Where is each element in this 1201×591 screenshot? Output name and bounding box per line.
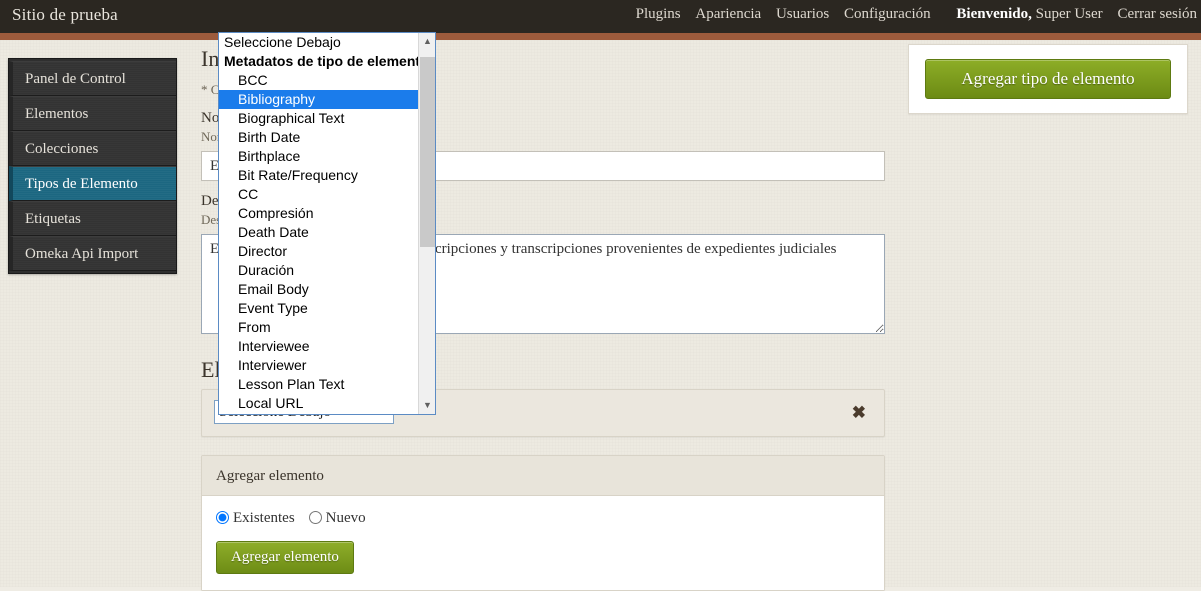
dropdown-option[interactable]: Interviewer — [219, 356, 419, 375]
dropdown-option[interactable]: From — [219, 318, 419, 337]
welcome-text: Bienvenido, Super User — [956, 6, 1102, 22]
dropdown-option[interactable]: BCC — [219, 71, 419, 90]
dropdown-option[interactable]: Duración — [219, 261, 419, 280]
right-panel: Agregar tipo de elemento — [908, 44, 1188, 114]
dropdown-option[interactable]: Lesson Plan Text — [219, 375, 419, 394]
dropdown-option[interactable]: Email Body — [219, 280, 419, 299]
dropdown-option[interactable]: Biographical Text — [219, 109, 419, 128]
accent-band — [0, 33, 1201, 40]
nav-apariencia[interactable]: Apariencia — [695, 6, 761, 23]
dropdown-option[interactable]: Metadatos de tipo de elemento — [219, 52, 419, 71]
sidebar-item-tipos-de-elemento[interactable]: Tipos de Elemento — [9, 166, 176, 201]
site-title: Sitio de prueba — [12, 5, 118, 25]
add-element-panel: Agregar elemento Existentes Nuevo Agregar… — [201, 455, 885, 591]
dropdown-option[interactable]: CC — [219, 185, 419, 204]
user-name: Super User — [1036, 6, 1103, 22]
dropdown-option[interactable]: Local URL — [219, 394, 419, 413]
dropdown-option[interactable]: Event Type — [219, 299, 419, 318]
dropdown-option[interactable]: Death Date — [219, 223, 419, 242]
nav-configuracion[interactable]: Configuración — [844, 6, 931, 23]
element-select-dropdown-list[interactable]: Seleccione DebajoMetadatos de tipo de el… — [218, 32, 436, 415]
top-nav: Plugins Apariencia Usuarios Configuració… — [625, 6, 1197, 23]
sidebar: Panel de Control Elementos Colecciones T… — [8, 58, 177, 274]
nav-plugins[interactable]: Plugins — [636, 6, 681, 23]
add-item-type-button[interactable]: Agregar tipo de elemento — [925, 59, 1171, 99]
dropdown-scrollbar[interactable]: ▲ ▼ — [418, 33, 435, 414]
dropdown-options: Seleccione DebajoMetadatos de tipo de el… — [219, 33, 419, 414]
scroll-down-arrow-icon[interactable]: ▼ — [419, 397, 436, 414]
radio-nuevo[interactable] — [309, 511, 322, 524]
scrollbar-thumb[interactable] — [420, 57, 435, 247]
dropdown-option[interactable]: Bibliography — [219, 90, 419, 109]
dropdown-option[interactable]: Director — [219, 242, 419, 261]
add-element-panel-body: Existentes Nuevo Agregar elemento — [202, 496, 884, 590]
dropdown-option[interactable]: Birthplace — [219, 147, 419, 166]
element-source-radio-group: Existentes Nuevo — [216, 510, 884, 527]
radio-existentes[interactable] — [216, 511, 229, 524]
sidebar-item-elementos[interactable]: Elementos — [9, 96, 176, 131]
logout-link[interactable]: Cerrar sesión — [1117, 6, 1197, 23]
radio-nuevo-label[interactable]: Nuevo — [326, 510, 366, 526]
add-element-button[interactable]: Agregar elemento — [216, 541, 354, 574]
scroll-up-arrow-icon[interactable]: ▲ — [419, 33, 436, 50]
sidebar-item-omeka-api-import[interactable]: Omeka Api Import — [9, 236, 176, 271]
dropdown-option[interactable]: Seleccione Debajo — [219, 33, 419, 52]
remove-element-button[interactable]: ✖ — [852, 403, 866, 423]
sidebar-item-etiquetas[interactable]: Etiquetas — [9, 201, 176, 236]
add-element-panel-header: Agregar elemento — [202, 456, 884, 496]
nav-usuarios[interactable]: Usuarios — [776, 6, 829, 23]
dropdown-option[interactable]: Birth Date — [219, 128, 419, 147]
welcome-label: Bienvenido, — [956, 6, 1031, 22]
page-body: Panel de Control Elementos Colecciones T… — [0, 40, 1201, 587]
dropdown-option[interactable]: Bit Rate/Frequency — [219, 166, 419, 185]
dropdown-option[interactable]: Compresión — [219, 204, 419, 223]
dropdown-option[interactable]: Interviewee — [219, 337, 419, 356]
sidebar-item-colecciones[interactable]: Colecciones — [9, 131, 176, 166]
top-bar: Sitio de prueba Plugins Apariencia Usuar… — [0, 0, 1201, 33]
sidebar-item-panel-de-control[interactable]: Panel de Control — [9, 61, 176, 96]
radio-existentes-label[interactable]: Existentes — [233, 510, 295, 526]
